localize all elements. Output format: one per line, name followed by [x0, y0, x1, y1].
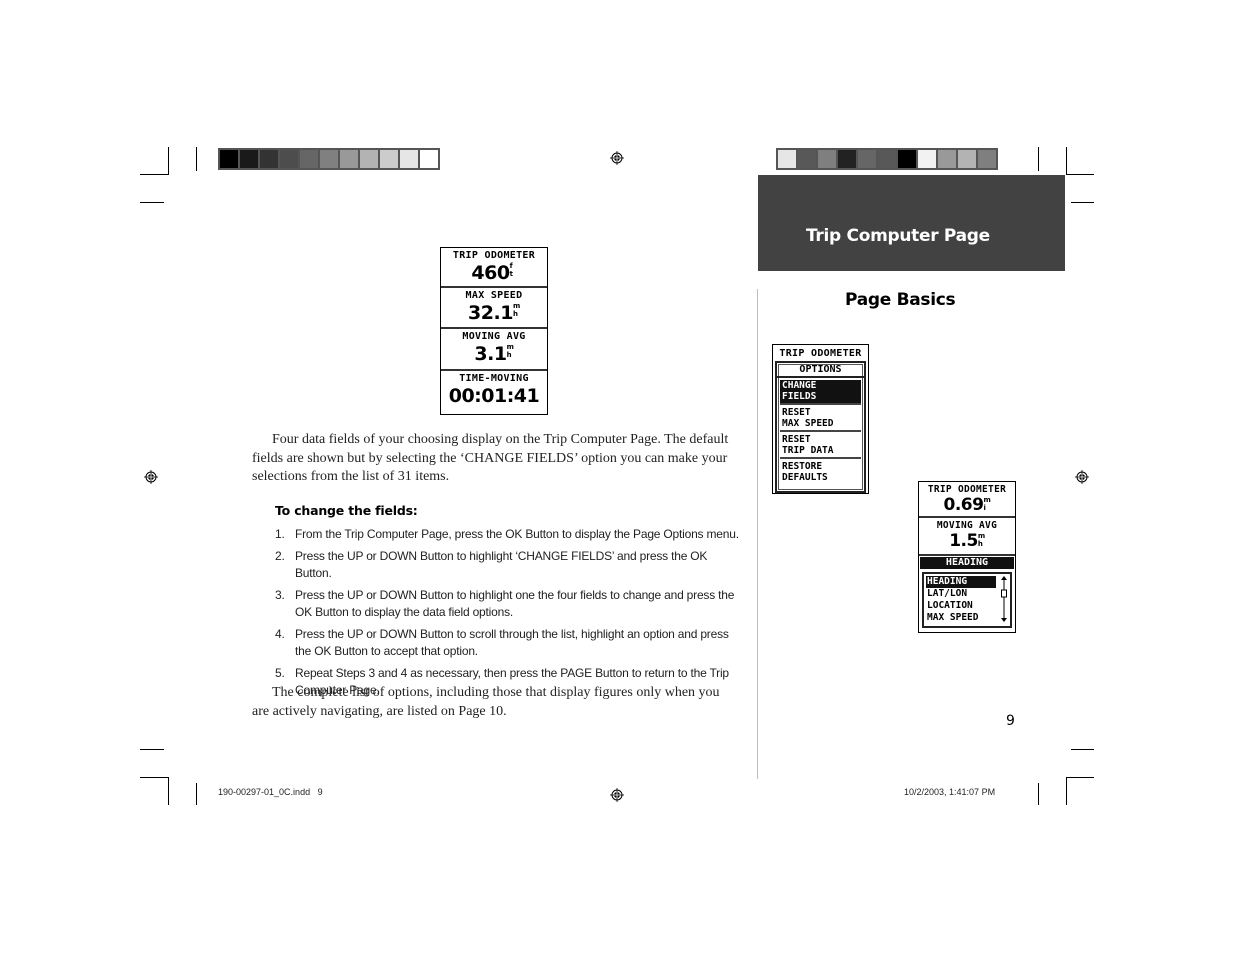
page-number: 9 [1006, 713, 1015, 729]
crop-mark [1066, 777, 1067, 805]
step-item: 3. Press the UP or DOWN Button to highlig… [275, 588, 735, 619]
list-item[interactable]: HEADING [926, 576, 996, 588]
footer-file-slug: 190-00297-01_0C.indd 9 [218, 787, 323, 797]
color-calibration-bar-left [218, 148, 440, 170]
color-swatch [280, 150, 298, 168]
color-swatch [240, 150, 258, 168]
options-menu: OPTIONS CHANGE FIELDS RESET MAX SPEED RESE… [775, 361, 866, 493]
color-calibration-bar-right [776, 148, 998, 170]
field-value: 3.1m h [474, 343, 514, 365]
column-divider [757, 289, 758, 779]
color-swatch [260, 150, 278, 168]
field-label: TRIP ODOMETER [452, 250, 536, 261]
footer-timestamp: 10/2/2003, 1:41:07 PM [904, 787, 996, 797]
field-label: TRIP ODOMETER [927, 484, 1007, 495]
list-item[interactable]: LOCATION [926, 600, 996, 612]
option-reset-trip-data[interactable]: RESET TRIP DATA [780, 434, 861, 459]
scrollbar[interactable] [1000, 576, 1008, 622]
crop-mark [140, 202, 164, 203]
crop-mark [1038, 783, 1039, 805]
crop-mark [140, 777, 168, 778]
closing-paragraph: The complete list of options, including … [252, 685, 720, 719]
field-value: 1.5m h [949, 531, 985, 551]
scroll-up-arrow-icon [1001, 576, 1007, 580]
data-field: TRIP ODOMETER 460f t [441, 248, 547, 288]
list-item[interactable]: MAX SPEED [926, 612, 996, 624]
procedure-steps: 1. From the Trip Computer Page, press the… [275, 526, 745, 704]
crop-mark [168, 147, 169, 175]
step-item: 1. From the Trip Computer Page, press the… [275, 527, 739, 541]
field-value: 32.1m h [468, 302, 520, 324]
crop-mark [1038, 147, 1039, 171]
color-swatch [938, 150, 956, 168]
field-label: MOVING AVG [462, 331, 526, 342]
field-label: TIME-MOVING [459, 373, 529, 384]
color-swatch [320, 150, 338, 168]
crop-mark [1066, 147, 1067, 175]
color-swatch [878, 150, 896, 168]
field-value: 460f t [471, 262, 513, 284]
field-label: MAX SPEED [465, 290, 523, 301]
color-swatch [380, 150, 398, 168]
field-label: MOVING AVG [936, 520, 998, 531]
crop-mark [1066, 174, 1094, 175]
registration-mark-icon [1075, 470, 1089, 484]
color-swatch [838, 150, 856, 168]
scroll-down-arrow-icon [1001, 618, 1007, 622]
field-picker: HEADING HEADING LAT/LON LOCATION MAX SPE… [919, 556, 1015, 628]
color-swatch [778, 150, 796, 168]
color-swatch [400, 150, 418, 168]
field-options-list: HEADING LAT/LON LOCATION MAX SPEED [922, 572, 1012, 628]
data-field: MOVING AVG 3.1m h [441, 329, 547, 371]
registration-mark-icon [144, 470, 158, 484]
step-item: 4. Press the UP or DOWN Button to scroll … [275, 627, 729, 658]
field-selection-screen: TRIP ODOMETER 0.69m i MOVING AVG 1.5m h HE… [918, 481, 1016, 633]
color-swatch [220, 150, 238, 168]
selected-field-header: HEADING [920, 557, 1014, 569]
scroll-thumb[interactable] [1001, 589, 1007, 598]
crop-mark [1071, 749, 1094, 750]
section-title: Page Basics [845, 290, 956, 310]
chapter-header-band [758, 175, 1065, 271]
data-field: MAX SPEED 32.1m h [441, 288, 547, 329]
intro-paragraph: Four data fields of your choosing displa… [252, 432, 729, 484]
option-restore-defaults[interactable]: RESTORE DEFAULTS [780, 461, 861, 484]
crop-mark [196, 147, 197, 171]
registration-mark-icon [610, 151, 624, 165]
field-value: 0.69m i [943, 495, 991, 515]
color-swatch [798, 150, 816, 168]
color-swatch [420, 150, 438, 168]
option-reset-max-speed[interactable]: RESET MAX SPEED [780, 407, 861, 432]
color-swatch [918, 150, 936, 168]
crop-mark [1066, 777, 1094, 778]
color-swatch [360, 150, 378, 168]
color-swatch [898, 150, 916, 168]
crop-mark [168, 777, 169, 805]
trip-computer-screen: TRIP ODOMETER 460f t MAX SPEED 32.1m h MOV… [440, 247, 548, 415]
step-item: 2. Press the UP or DOWN Button to highlig… [275, 549, 708, 580]
data-field: MOVING AVG 1.5m h [919, 518, 1015, 556]
option-change-fields[interactable]: CHANGE FIELDS [780, 380, 861, 405]
color-swatch [818, 150, 836, 168]
crop-mark [1071, 202, 1094, 203]
color-swatch [858, 150, 876, 168]
chapter-title: Trip Computer Page [806, 226, 990, 246]
list-item[interactable]: LAT/LON [926, 588, 996, 600]
data-field: TRIP ODOMETER 0.69m i [919, 482, 1015, 518]
screen-top-label: TRIP ODOMETER [779, 348, 862, 359]
color-swatch [958, 150, 976, 168]
color-swatch [978, 150, 996, 168]
options-menu-title: OPTIONS [777, 363, 864, 378]
crop-mark [140, 749, 164, 750]
data-field: TIME-MOVING 00:01:41 [441, 371, 547, 414]
crop-mark [140, 174, 168, 175]
color-swatch [340, 150, 358, 168]
registration-mark-icon [610, 788, 624, 802]
procedure-heading: To change the fields: [275, 503, 418, 518]
field-value: 00:01:41 [448, 385, 540, 407]
color-swatch [300, 150, 318, 168]
crop-mark [196, 783, 197, 805]
